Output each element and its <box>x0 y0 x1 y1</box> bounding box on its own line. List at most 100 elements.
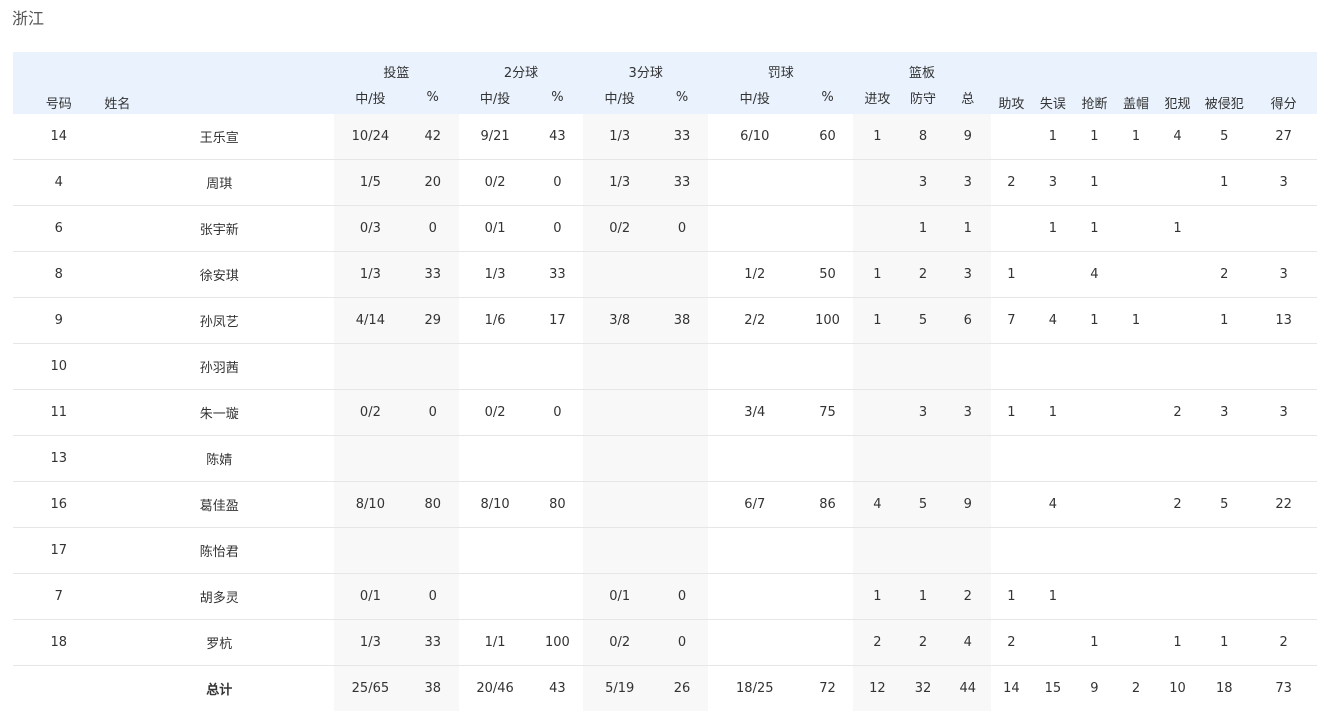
cell-fg: 25/65 <box>334 666 407 711</box>
cell-treb: 2 <box>945 574 991 620</box>
cell-fg <box>334 528 407 574</box>
cell-three <box>583 528 656 574</box>
cell-fg-pct <box>407 436 459 482</box>
cell-to: 3 <box>1032 160 1074 206</box>
cell-three-pct <box>656 252 708 298</box>
cell-fg-pct: 29 <box>407 298 459 344</box>
cell-oreb <box>853 390 901 436</box>
cell-oreb <box>853 160 901 206</box>
cell-three-pct <box>656 390 708 436</box>
cell-two: 9/21 <box>459 114 532 160</box>
cell-pf <box>1157 436 1199 482</box>
cell-oreb: 1 <box>853 252 901 298</box>
table-row: 13陈婧 <box>13 436 1317 482</box>
cell-oreb: 1 <box>853 298 901 344</box>
cell-three: 0/1 <box>583 574 656 620</box>
cell-treb <box>945 344 991 390</box>
cell-name: 张宇新 <box>104 206 334 252</box>
cell-two <box>459 436 532 482</box>
team-title: 浙江 <box>12 5 44 29</box>
cell-dreb: 3 <box>901 160 945 206</box>
cell-two: 20/46 <box>459 666 532 711</box>
cell-treb: 4 <box>945 620 991 666</box>
cell-three <box>583 482 656 528</box>
cell-ft <box>708 436 802 482</box>
table-header: 号码 姓名 投篮 2分球 3分球 罚球 篮板 助攻 失误 抢断 盖帽 犯规 被侵… <box>13 52 1317 114</box>
cell-fg-pct: 0 <box>407 390 459 436</box>
cell-dreb: 1 <box>901 206 945 252</box>
cell-blk: 2 <box>1115 666 1157 711</box>
cell-treb: 6 <box>945 298 991 344</box>
cell-to <box>1032 528 1074 574</box>
cell-treb <box>945 436 991 482</box>
col-two-pct: % <box>531 83 583 114</box>
cell-ft-pct: 86 <box>802 482 854 528</box>
cell-ast: 14 <box>991 666 1033 711</box>
cell-ast <box>991 528 1033 574</box>
cell-blk <box>1115 390 1157 436</box>
cell-fg: 0/2 <box>334 390 407 436</box>
cell-pf: 4 <box>1157 114 1199 160</box>
col-stl: 抢断 <box>1074 52 1116 114</box>
cell-pts: 27 <box>1250 114 1317 160</box>
cell-to: 15 <box>1032 666 1074 711</box>
cell-two <box>459 574 532 620</box>
cell-stl: 1 <box>1074 114 1116 160</box>
table-row: 6张宇新0/300/100/2011111 <box>13 206 1317 252</box>
cell-fg: 8/10 <box>334 482 407 528</box>
table-row: 10孙羽茜 <box>13 344 1317 390</box>
cell-fg: 0/1 <box>334 574 407 620</box>
cell-name: 葛佳盈 <box>104 482 334 528</box>
cell-stl <box>1074 482 1116 528</box>
cell-treb: 9 <box>945 114 991 160</box>
cell-three <box>583 252 656 298</box>
cell-two-pct: 43 <box>531 114 583 160</box>
cell-fd: 3 <box>1198 390 1250 436</box>
cell-num: 18 <box>13 620 104 666</box>
cell-fg-pct: 0 <box>407 574 459 620</box>
cell-blk: 1 <box>1115 114 1157 160</box>
cell-treb: 44 <box>945 666 991 711</box>
cell-ft-pct <box>802 574 854 620</box>
cell-pts: 3 <box>1250 390 1317 436</box>
cell-fd: 5 <box>1198 482 1250 528</box>
col-group-ft: 罚球 <box>708 52 853 83</box>
cell-two-pct: 33 <box>531 252 583 298</box>
cell-name: 孙羽茜 <box>104 344 334 390</box>
cell-fg-pct: 33 <box>407 620 459 666</box>
table-row: 4周琪1/5200/201/3333323113 <box>13 160 1317 206</box>
cell-oreb: 12 <box>853 666 901 711</box>
cell-two: 0/1 <box>459 206 532 252</box>
cell-ast <box>991 482 1033 528</box>
cell-pf <box>1157 528 1199 574</box>
cell-ft-pct: 50 <box>802 252 854 298</box>
cell-oreb: 2 <box>853 620 901 666</box>
cell-three-pct <box>656 528 708 574</box>
cell-to: 4 <box>1032 482 1074 528</box>
cell-fg-pct <box>407 344 459 390</box>
cell-num: 13 <box>13 436 104 482</box>
cell-ast <box>991 206 1033 252</box>
cell-three-pct: 0 <box>656 206 708 252</box>
cell-to <box>1032 252 1074 298</box>
col-reb-off: 进攻 <box>853 83 901 114</box>
table-row: 7胡多灵0/100/1011211 <box>13 574 1317 620</box>
col-group-fg: 投篮 <box>334 52 459 83</box>
cell-ft: 1/2 <box>708 252 802 298</box>
cell-pf <box>1157 160 1199 206</box>
cell-two-pct: 0 <box>531 206 583 252</box>
cell-stl <box>1074 344 1116 390</box>
cell-name: 总计 <box>104 666 334 711</box>
cell-to: 1 <box>1032 390 1074 436</box>
cell-dreb: 8 <box>901 114 945 160</box>
cell-dreb: 32 <box>901 666 945 711</box>
cell-blk <box>1115 436 1157 482</box>
cell-three-pct <box>656 482 708 528</box>
cell-three: 0/2 <box>583 206 656 252</box>
cell-ft-pct <box>802 620 854 666</box>
col-pts: 得分 <box>1250 52 1317 114</box>
cell-ast: 1 <box>991 574 1033 620</box>
col-fg-pct: % <box>407 83 459 114</box>
cell-name: 胡多灵 <box>104 574 334 620</box>
cell-pf <box>1157 298 1199 344</box>
